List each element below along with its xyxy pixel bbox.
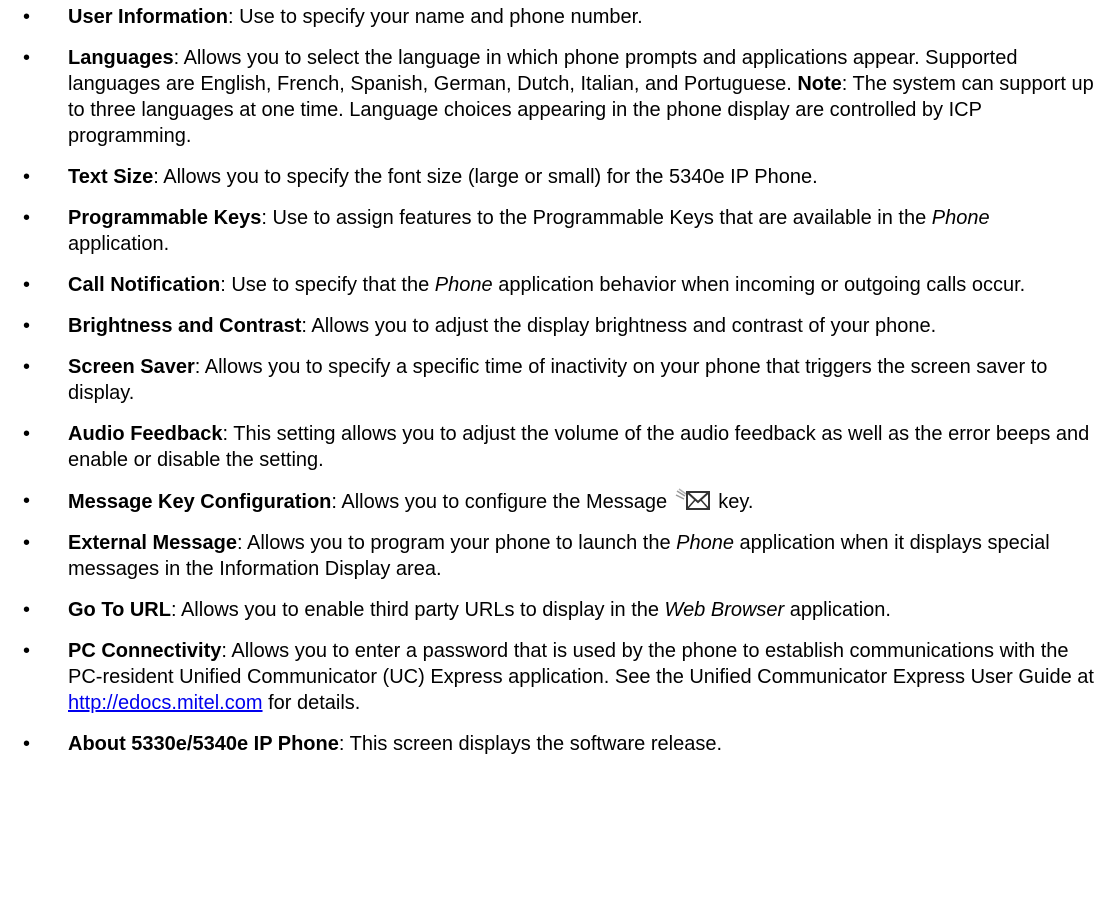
list-item-brightness-contrast: • Brightness and Contrast: Allows you to … — [23, 313, 1096, 339]
list-item-message-key-configuration: • Message Key Configuration: Allows you t… — [23, 488, 1096, 515]
bullet: • — [23, 274, 31, 296]
item-text: : Use to assign features to the Programm… — [261, 207, 932, 229]
bullet: • — [23, 733, 31, 755]
item-emphasis: Phone — [931, 207, 990, 229]
list-item-go-to-url: • Go To URL: Allows you to enable third p… — [23, 597, 1096, 623]
item-title: About 5330e/5340e IP Phone — [68, 733, 339, 755]
bullet: • — [23, 532, 31, 554]
list-item-pc-connectivity: • PC Connectivity: Allows you to enter a … — [23, 638, 1096, 716]
item-text: : Use to specify that the — [220, 274, 435, 296]
item-emphasis: Web Browser — [664, 599, 785, 621]
item-text-end: for details. — [262, 692, 361, 714]
message-envelope-icon-svg — [675, 488, 710, 510]
list-item-audio-feedback: • Audio Feedback: This setting allows you… — [23, 421, 1096, 473]
bullet: • — [23, 166, 31, 188]
list-item-external-message: • External Message: Allows you to program… — [23, 530, 1096, 582]
item-text-end: application. — [784, 599, 891, 621]
item-title: External Message — [68, 532, 237, 554]
item-title: Call Notification — [68, 274, 221, 296]
document-page: • User Information: Use to specify your n… — [0, 0, 1116, 921]
list-item-screen-saver: • Screen Saver: Allows you to specify a s… — [23, 354, 1096, 406]
item-title: User Information — [68, 6, 229, 28]
item-text: : Allows you to configure the Message — [331, 491, 673, 513]
item-text-end: application behavior when incoming or ou… — [492, 274, 1026, 296]
list-item-user-information: • User Information: Use to specify your n… — [23, 4, 1096, 30]
item-text: : Allows you to program your phone to la… — [236, 532, 677, 554]
item-text: : Allows you to enable third party URLs … — [170, 599, 665, 621]
item-title: Audio Feedback — [68, 423, 223, 445]
bullet: • — [23, 599, 31, 621]
item-text: : Allows you to enter a password that is… — [68, 640, 1094, 688]
item-title: Languages — [68, 47, 174, 69]
item-title: PC Connectivity — [68, 640, 222, 662]
item-emphasis: Phone — [434, 274, 493, 296]
item-title: Screen Saver — [68, 356, 195, 378]
list-item-text-size: • Text Size: Allows you to specify the fo… — [23, 164, 1096, 190]
bullet: • — [23, 490, 31, 512]
item-title: Text Size — [68, 166, 154, 188]
edocs-link[interactable]: http://edocs.mitel.com — [68, 692, 263, 714]
item-title: Message Key Configuration — [68, 491, 332, 513]
item-text: : Use to specify your name and phone num… — [228, 6, 643, 28]
bullet: • — [23, 356, 31, 378]
item-text-end: key. — [712, 491, 754, 513]
item-text: : Allows you to specify the font size (l… — [153, 166, 818, 188]
item-text: : Allows you to specify a specific time … — [68, 356, 1048, 404]
note-label: Note — [797, 73, 842, 95]
item-title: Programmable Keys — [68, 207, 262, 229]
item-text: : Allows you to adjust the display brigh… — [301, 315, 937, 337]
bullet: • — [23, 47, 31, 69]
bullet: • — [23, 315, 31, 337]
bullet: • — [23, 6, 31, 28]
message-envelope-icon — [675, 488, 711, 512]
bullet: • — [23, 423, 31, 445]
item-text-end: application. — [68, 233, 170, 255]
item-title: Go To URL — [68, 599, 171, 621]
item-title: Brightness and Contrast — [68, 315, 302, 337]
item-text: : This screen displays the software rele… — [338, 733, 723, 755]
list-item-call-notification: • Call Notification: Use to specify that … — [23, 272, 1096, 298]
list-item-about-phone: • About 5330e/5340e IP Phone: This screen… — [23, 731, 1096, 757]
item-emphasis: Phone — [676, 532, 734, 554]
feature-list: • User Information: Use to specify your n… — [23, 4, 1096, 757]
list-item-programmable-keys: • Programmable Keys: Use to assign featur… — [23, 205, 1096, 257]
list-item-languages: • Languages: Allows you to select the lan… — [23, 45, 1096, 149]
item-text: : This setting allows you to adjust the … — [68, 423, 1090, 471]
bullet: • — [23, 207, 31, 229]
bullet: • — [23, 640, 31, 662]
